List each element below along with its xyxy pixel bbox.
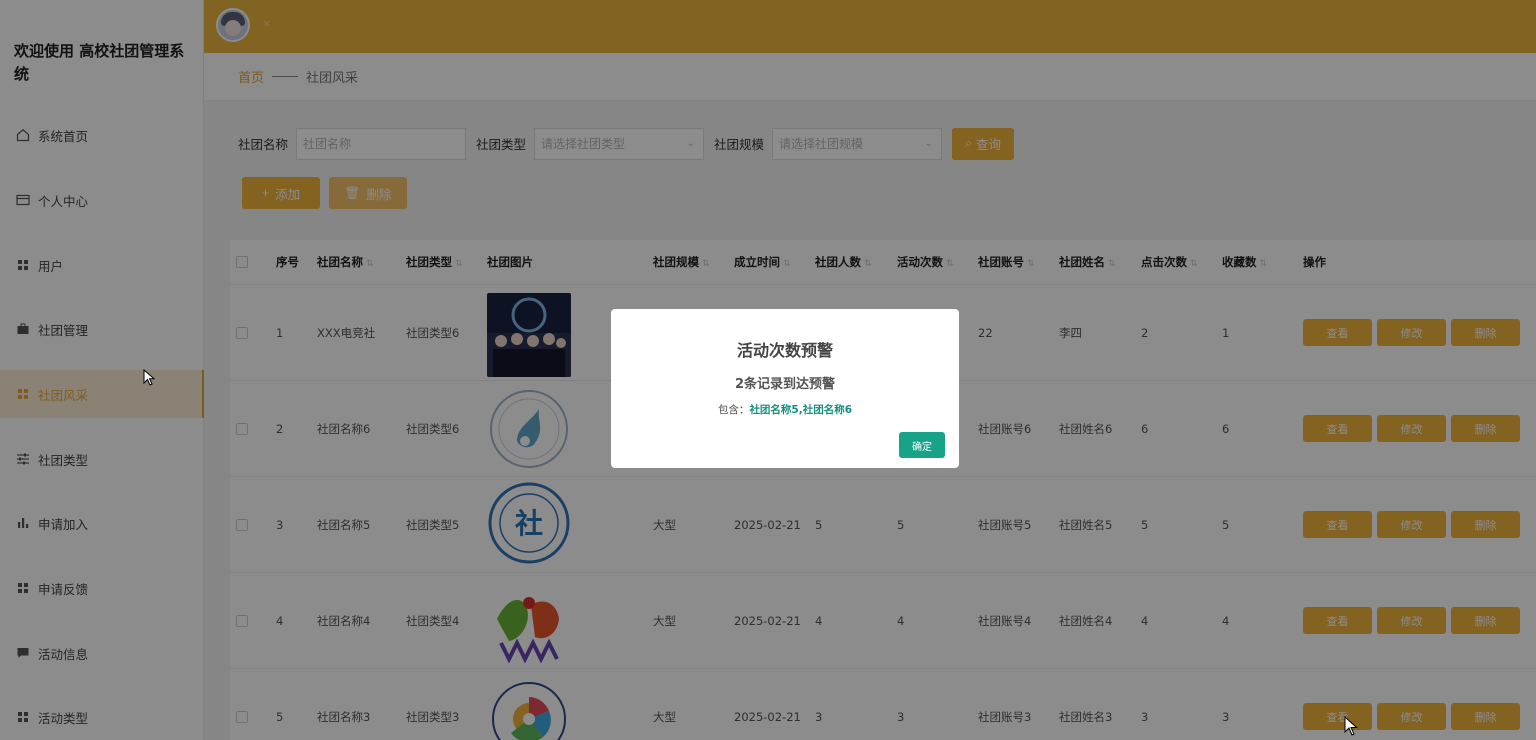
confirm-button[interactable]: 确定 [899, 432, 945, 458]
hand-cursor-icon [1344, 716, 1358, 736]
dialog-message: 2条记录到达预警 [734, 377, 836, 392]
dialog-detail: 包含：社团名称5,社团名称6 [717, 404, 853, 416]
mouse-cursor-icon [143, 369, 155, 386]
dialog-title: 活动次数预警 [736, 341, 833, 360]
warning-dialog: 活动次数预警 2条记录到达预警 包含：社团名称5,社团名称6 确定 [611, 309, 959, 468]
